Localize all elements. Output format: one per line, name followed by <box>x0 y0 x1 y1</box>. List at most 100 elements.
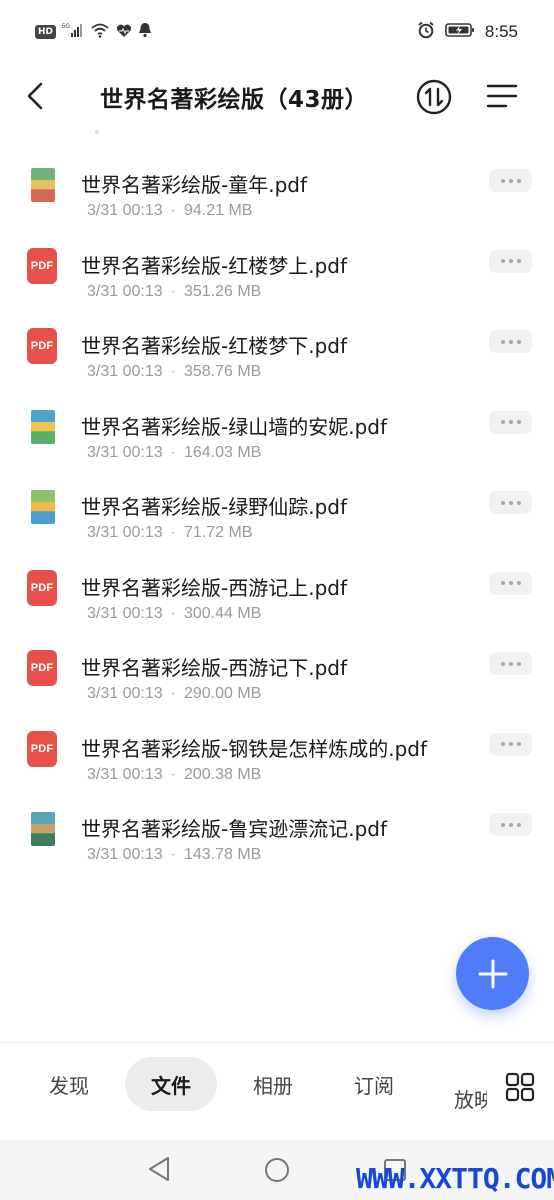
file-row[interactable]: 世界名著彩绘版-鲁宾逊漂流记.pdf 3/31 00:13 · 143.78 MB <box>0 785 554 866</box>
hd-badge: HD <box>35 25 57 39</box>
file-meta: 3/31 00:13 · 94.21 MB <box>87 202 252 220</box>
dot <box>500 742 505 746</box>
tab-screening[interactable]: 放映 <box>454 1071 487 1112</box>
book-cover-thumbnail <box>31 409 55 444</box>
file-size: 290.00 MB <box>183 685 262 702</box>
more-options-button[interactable] <box>489 330 532 353</box>
alarm-icon <box>417 21 435 43</box>
more-options-button[interactable] <box>489 169 532 192</box>
file-row[interactable]: PDF 世界名著彩绘版-红楼梦下.pdf 3/31 00:13 · 358.76 M… <box>0 302 554 383</box>
pdf-file-icon: PDF <box>27 569 57 606</box>
dot <box>516 822 521 827</box>
tab-overflow-clip: 放映 <box>440 1057 487 1112</box>
file-name: 世界名著彩绘版-童年.pdf <box>81 173 308 197</box>
wifi-icon <box>90 22 110 42</box>
tab-subscriptions[interactable]: 订阅 <box>333 1057 415 1111</box>
file-row[interactable]: PDF 世界名著彩绘版-红楼梦上.pdf 3/31 00:13 · 351.26 M… <box>0 222 554 303</box>
meta-separator: · <box>170 202 176 219</box>
dot <box>516 500 521 505</box>
dot <box>516 581 521 585</box>
grid-icon <box>505 1072 535 1102</box>
file-size: 300.44 MB <box>183 604 262 622</box>
file-date: 3/31 00:13 <box>87 846 163 863</box>
sort-button[interactable] <box>414 77 454 117</box>
clock-time: 8:55 <box>484 22 518 41</box>
file-size: 94.21 MB <box>183 202 253 219</box>
hamburger-menu-icon <box>486 84 518 108</box>
file-date: 3/31 00:13 <box>87 524 163 541</box>
dot <box>500 661 505 666</box>
meta-separator: · <box>170 282 176 300</box>
file-name: 世界名著彩绘版-绿山墙的安妮.pdf <box>81 414 388 439</box>
dot <box>500 500 505 505</box>
circle-home-icon <box>265 1158 289 1182</box>
file-date: 3/31 00:13 <box>87 604 163 622</box>
book-cover-thumbnail <box>31 168 55 202</box>
file-size: 200.38 MB <box>183 765 262 783</box>
more-options-button[interactable] <box>489 491 532 514</box>
tab-discover[interactable]: 发现 <box>28 1057 110 1111</box>
file-size: 351.26 MB <box>183 282 262 300</box>
file-date: 3/31 00:13 <box>87 765 163 783</box>
file-row[interactable]: 世界名著彩绘版-绿山墙的安妮.pdf 3/31 00:13 · 164.03 MB <box>0 383 554 464</box>
file-meta: 3/31 00:13 · 351.26 MB <box>87 283 261 301</box>
file-meta: 3/31 00:13 · 71.72 MB <box>87 524 252 542</box>
meta-separator: · <box>170 604 176 622</box>
file-row[interactable]: PDF 世界名著彩绘版-西游记下.pdf 3/31 00:13 · 290.00 M… <box>0 624 554 705</box>
file-meta: 3/31 00:13 · 143.78 MB <box>87 846 261 864</box>
dot <box>500 339 505 344</box>
status-bar: HD 5G 8:55 <box>0 0 554 62</box>
book-cover-thumbnail <box>31 490 55 524</box>
dot <box>500 581 505 585</box>
file-name: 世界名著彩绘版-西游记上.pdf <box>81 575 348 600</box>
pdf-file-icon: PDF <box>27 650 57 686</box>
file-row[interactable]: PDF 世界名著彩绘版-西游记上.pdf 3/31 00:13 · 300.44 M… <box>0 544 554 625</box>
dot <box>508 822 513 827</box>
more-options-button[interactable] <box>489 249 532 273</box>
dot <box>500 822 505 827</box>
battery-charging-icon <box>445 22 475 42</box>
file-meta: 3/31 00:13 · 290.00 MB <box>87 685 261 703</box>
file-meta: 3/31 00:13 · 358.76 MB <box>87 363 261 381</box>
back-button[interactable] <box>18 76 52 116</box>
meta-separator: · <box>170 765 176 783</box>
sort-arrows-icon <box>416 79 452 115</box>
more-options-button[interactable] <box>489 652 532 675</box>
dot <box>516 339 521 344</box>
add-button[interactable] <box>456 937 529 1010</box>
menu-button[interactable] <box>484 78 520 114</box>
system-back-button[interactable] <box>147 1156 171 1186</box>
dot <box>508 500 513 505</box>
tab-albums[interactable]: 相册 <box>232 1057 314 1111</box>
dot <box>508 742 513 746</box>
tab-files[interactable]: 文件 <box>125 1057 217 1111</box>
signal-icon: 5G <box>62 22 84 42</box>
more-options-button[interactable] <box>489 813 532 836</box>
status-right: 8:55 <box>417 21 518 43</box>
system-home-button[interactable] <box>264 1157 290 1187</box>
dot <box>516 661 521 666</box>
file-name: 世界名著彩绘版-红楼梦下.pdf <box>81 334 348 358</box>
more-options-button[interactable] <box>489 732 532 756</box>
more-options-button[interactable] <box>489 571 532 595</box>
more-options-button[interactable] <box>489 410 532 434</box>
all-tabs-grid-button[interactable] <box>504 1071 536 1103</box>
file-row[interactable]: 世界名著彩绘版-童年.pdf 3/31 00:13 · 94.21 MB <box>0 141 554 222</box>
file-size: 143.78 MB <box>183 846 262 863</box>
scroll-edge-dot <box>95 130 99 134</box>
bottom-tab-bar: 发现 文件 相册 订阅 放映 <box>0 1042 554 1134</box>
file-date: 3/31 00:13 <box>87 685 163 702</box>
file-meta: 3/31 00:13 · 300.44 MB <box>87 605 261 623</box>
file-name: 世界名著彩绘版-钢铁是怎样炼成的.pdf <box>81 736 428 761</box>
dot <box>508 420 513 424</box>
watermark-text: WWW.XXTTQ.COM <box>356 1162 554 1195</box>
svg-text:5G: 5G <box>62 24 70 30</box>
dot <box>508 581 513 585</box>
dot <box>516 420 521 424</box>
status-left: HD 5G <box>35 22 152 42</box>
dot <box>508 259 513 263</box>
file-row[interactable]: 世界名著彩绘版-绿野仙踪.pdf 3/31 00:13 · 71.72 MB <box>0 463 554 544</box>
file-date: 3/31 00:13 <box>87 363 163 380</box>
file-row[interactable]: PDF 世界名著彩绘版-钢铁是怎样炼成的.pdf 3/31 00:13 · 200.… <box>0 705 554 786</box>
dot <box>500 420 505 424</box>
